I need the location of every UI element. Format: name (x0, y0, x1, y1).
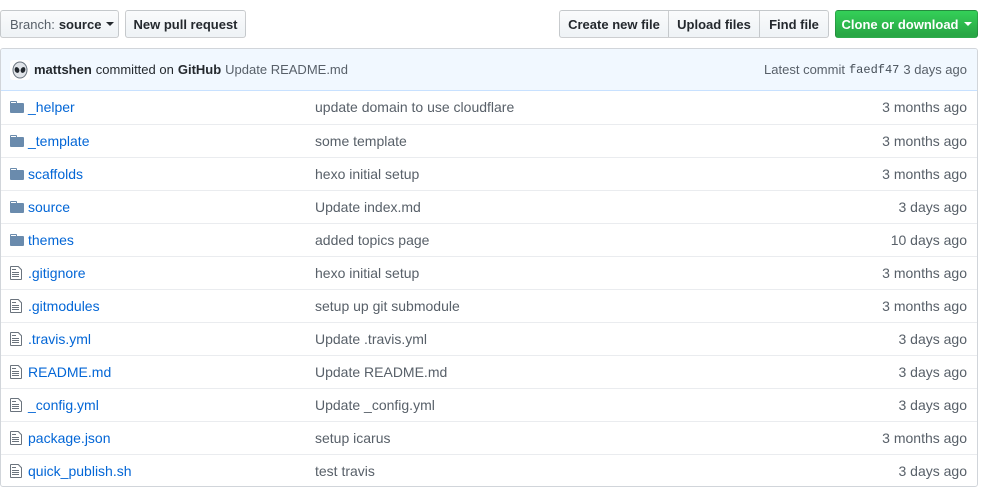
file-commit-message-link[interactable]: update domain to use cloudflare (315, 99, 514, 115)
file-commit-age: 3 months ago (882, 298, 967, 314)
branch-value: source (58, 16, 102, 32)
clone-or-download-button[interactable]: Clone or download (835, 10, 978, 38)
file-commit-age: 3 months ago (882, 133, 967, 149)
file-commit-message-link[interactable]: setup up git submodule (315, 298, 460, 314)
file-name-link[interactable]: quick_publish.sh (28, 463, 132, 479)
latest-commit-bar: mattshen committed on GitHub Update READ… (1, 49, 977, 91)
file-row: quick_publish.sh test travis 3 days ago (1, 454, 977, 486)
file-row: source Update index.md 3 days ago (1, 190, 977, 223)
file-commit-message-link[interactable]: some template (315, 133, 407, 149)
latest-commit-label: Latest commit (764, 62, 845, 77)
file-icon (10, 463, 26, 479)
file-name-link[interactable]: _config.yml (28, 397, 99, 413)
folder-icon (10, 99, 26, 115)
file-commit-message-link[interactable]: Update index.md (315, 199, 421, 215)
commit-platform: GitHub (177, 62, 222, 77)
commit-message-link[interactable]: Update README.md (225, 62, 348, 77)
file-name-link[interactable]: source (28, 199, 70, 215)
find-file-button[interactable]: Find file (759, 10, 829, 38)
file-commit-age: 3 days ago (898, 199, 968, 215)
file-rows: _helper update domain to use cloudflare 3 … (1, 91, 977, 486)
caret-down-icon (963, 22, 972, 26)
commit-sha-link[interactable]: faedf47 (849, 63, 899, 77)
file-name-link[interactable]: .gitignore (28, 265, 86, 281)
file-commit-age: 3 months ago (882, 430, 967, 446)
file-commit-age: 3 days ago (898, 364, 968, 380)
file-commit-message-link[interactable]: Update .travis.yml (315, 331, 427, 347)
file-commit-message-link[interactable]: Update README.md (315, 364, 447, 380)
file-row: .travis.yml Update .travis.yml 3 days ago (1, 322, 977, 355)
file-icon (10, 430, 26, 446)
file-row: _template some template 3 months ago (1, 124, 977, 157)
branch-label: Branch: (10, 16, 55, 32)
folder-icon (10, 232, 26, 248)
create-new-file-button[interactable]: Create new file (559, 10, 669, 38)
caret-down-icon (106, 22, 115, 26)
file-name-link[interactable]: themes (28, 232, 74, 248)
file-commit-message-link[interactable]: hexo initial setup (315, 265, 419, 281)
folder-icon (10, 166, 26, 182)
file-row: package.json setup icarus 3 months ago (1, 421, 977, 454)
commit-age: 3 days ago (903, 62, 967, 77)
file-row: _config.yml Update _config.yml 3 days ago (1, 388, 977, 421)
folder-icon (10, 133, 26, 149)
file-commit-age: 3 days ago (898, 397, 968, 413)
file-commit-age: 3 months ago (882, 265, 967, 281)
file-name-link[interactable]: .travis.yml (28, 331, 91, 347)
file-row: .gitignore hexo initial setup 3 months ago (1, 256, 977, 289)
file-commit-message-link[interactable]: added topics page (315, 232, 429, 248)
alien-avatar-icon (12, 61, 28, 78)
folder-icon (10, 199, 26, 215)
file-name-link[interactable]: README.md (28, 364, 111, 380)
file-icon (10, 364, 26, 380)
file-navigation-toolbar: Branch: source New pull request Create n… (0, 10, 994, 38)
file-commit-message-link[interactable]: Update _config.yml (315, 397, 435, 413)
clone-or-download-label: Clone or download (841, 16, 959, 32)
file-commit-message-link[interactable]: test travis (315, 463, 375, 479)
committed-on-text: committed on (95, 62, 174, 77)
file-icon (10, 397, 26, 413)
new-pull-request-button[interactable]: New pull request (125, 10, 246, 38)
file-row: _helper update domain to use cloudflare 3 … (1, 91, 977, 124)
file-commit-message-link[interactable]: hexo initial setup (315, 166, 419, 182)
file-commit-age: 3 days ago (898, 331, 968, 347)
latest-commit-info: Latest commit faedf47 3 days ago (764, 62, 967, 77)
file-name-link[interactable]: _template (28, 133, 89, 149)
file-row: themes added topics page 10 days ago (1, 223, 977, 256)
file-row: .gitmodules setup up git submodule 3 month… (1, 289, 977, 322)
file-name-link[interactable]: scaffolds (28, 166, 83, 182)
upload-files-button[interactable]: Upload files (668, 10, 760, 38)
file-name-link[interactable]: .gitmodules (28, 298, 100, 314)
file-icon (10, 298, 26, 314)
file-icon (10, 331, 26, 347)
file-name-link[interactable]: _helper (28, 99, 75, 115)
file-commit-age: 3 months ago (882, 99, 967, 115)
commit-author-link[interactable]: mattshen (34, 62, 92, 77)
branch-select-button[interactable]: Branch: source (0, 10, 119, 38)
file-commit-age: 3 days ago (898, 463, 968, 479)
file-row: README.md Update README.md 3 days ago (1, 355, 977, 388)
file-commit-age: 3 months ago (882, 166, 967, 182)
avatar[interactable] (10, 59, 30, 80)
file-commit-age: 10 days ago (890, 232, 967, 248)
file-commit-message-link[interactable]: setup icarus (315, 430, 390, 446)
file-row: scaffolds hexo initial setup 3 months ago (1, 157, 977, 190)
file-icon (10, 265, 26, 281)
file-list: mattshen committed on GitHub Update READ… (0, 48, 978, 487)
file-name-link[interactable]: package.json (28, 430, 111, 446)
